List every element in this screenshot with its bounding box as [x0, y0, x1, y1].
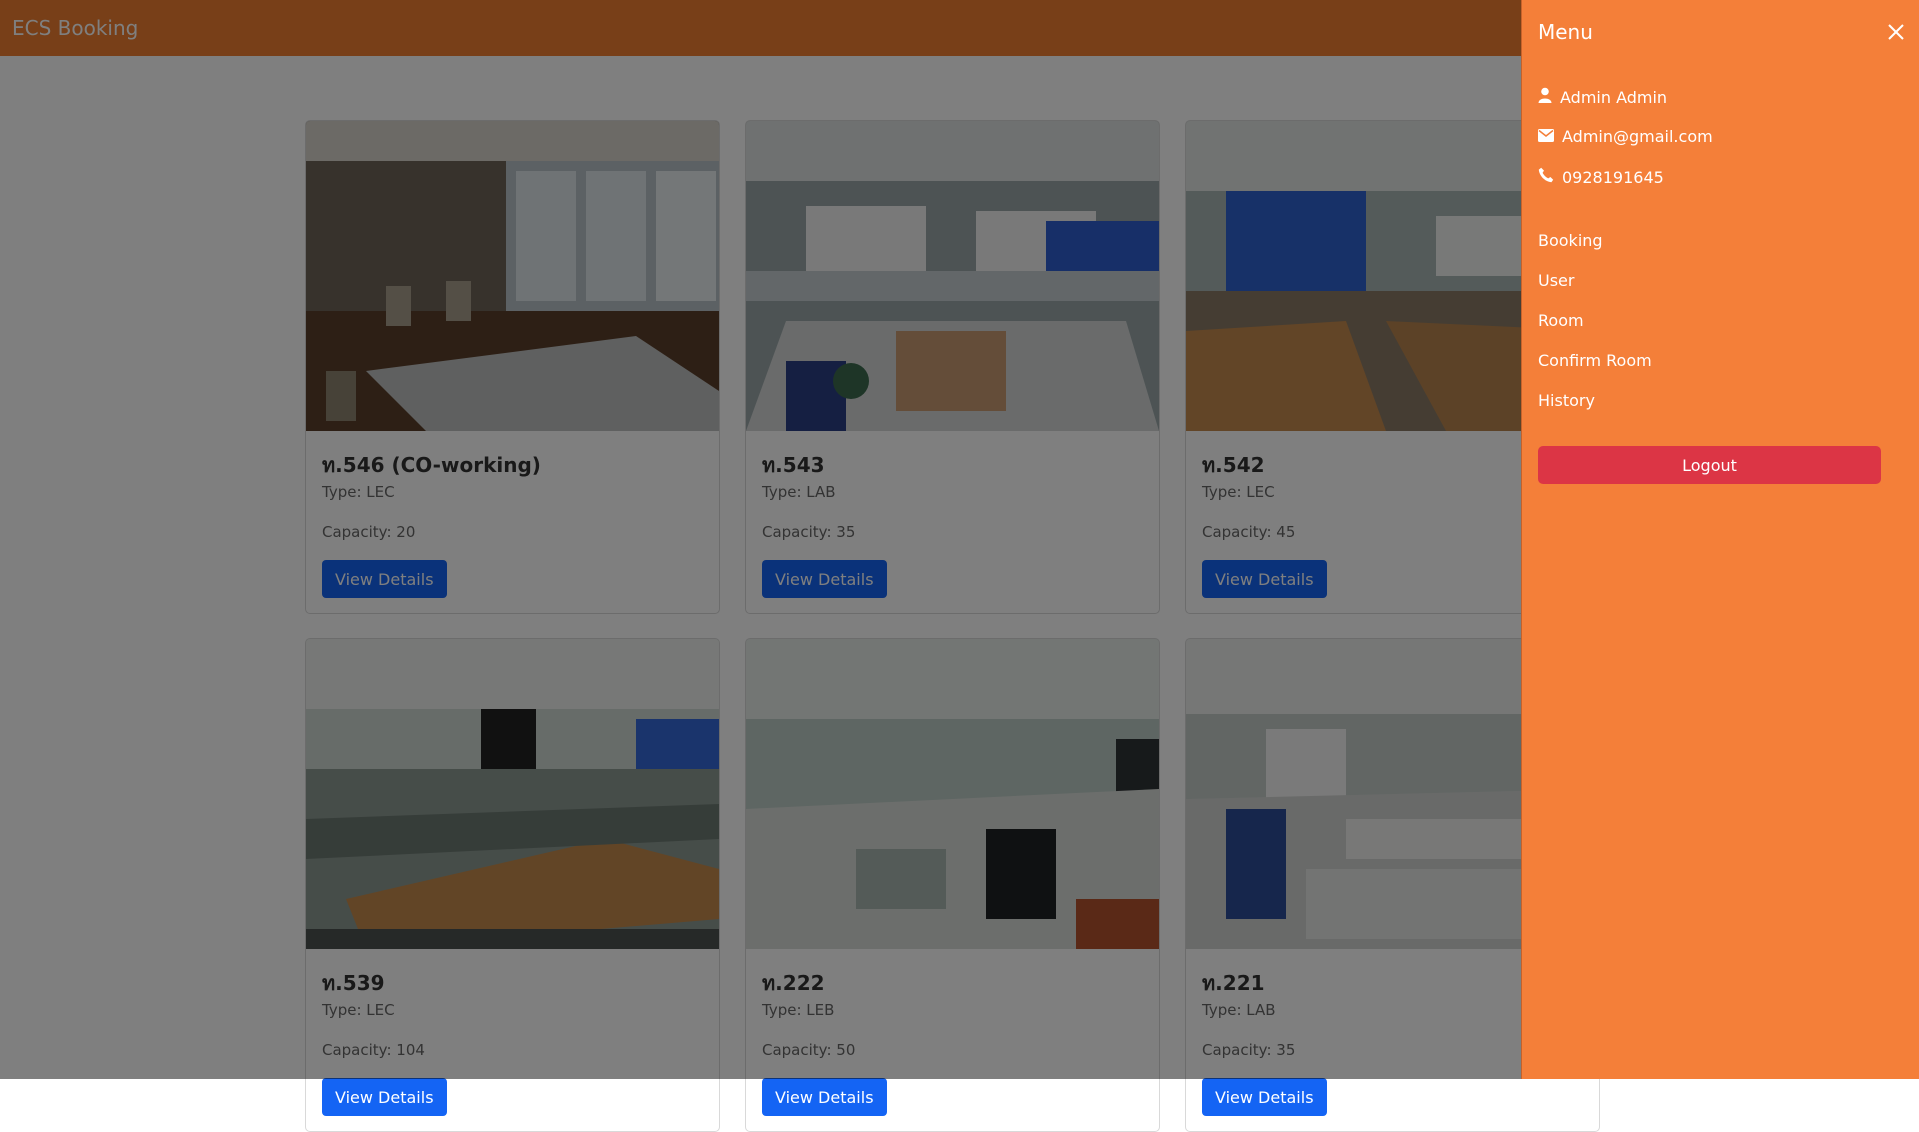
phone-icon — [1538, 167, 1554, 187]
menu-link-history[interactable]: History — [1538, 391, 1595, 410]
user-name: Admin Admin — [1560, 87, 1668, 107]
view-details-button[interactable]: View Details — [322, 1078, 447, 1116]
user-name-row: Admin Admin — [1538, 87, 1667, 107]
menu-link-user[interactable]: User — [1538, 271, 1574, 290]
user-email: Admin@gmail.com — [1562, 127, 1713, 146]
envelope-icon — [1538, 127, 1554, 146]
menu-link-booking[interactable]: Booking — [1538, 231, 1603, 250]
menu-title: Menu — [1538, 20, 1593, 44]
menu-link-confirm-room[interactable]: Confirm Room — [1538, 351, 1652, 370]
email-row: Admin@gmail.com — [1538, 127, 1713, 146]
close-icon[interactable] — [1886, 22, 1906, 42]
side-menu: Menu Admin Admin Admin@gmail.com 0928191… — [1521, 0, 1919, 1079]
user-icon — [1538, 87, 1552, 107]
logout-button[interactable]: Logout — [1538, 446, 1881, 484]
user-phone: 0928191645 — [1562, 167, 1664, 187]
menu-link-room[interactable]: Room — [1538, 311, 1584, 330]
view-details-button[interactable]: View Details — [1202, 1078, 1327, 1116]
view-details-button[interactable]: View Details — [762, 1078, 887, 1116]
phone-row: 0928191645 — [1538, 167, 1664, 187]
